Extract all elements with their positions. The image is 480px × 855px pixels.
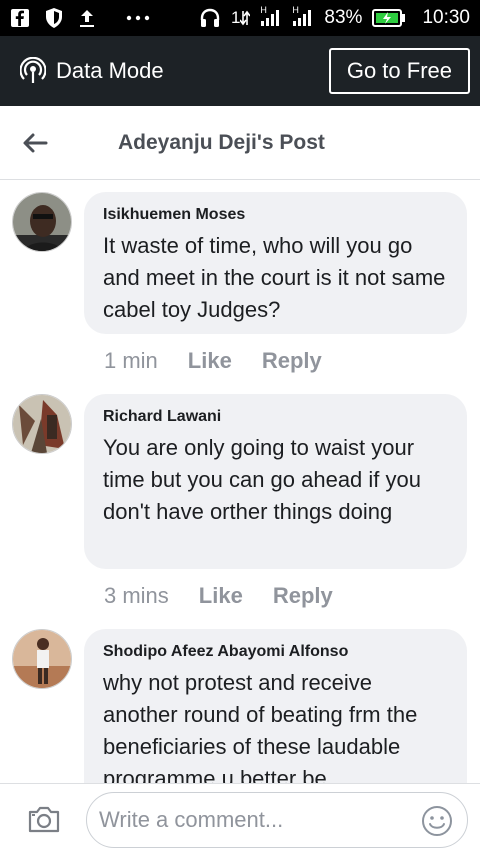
comment-timestamp: 1 min (104, 348, 158, 373)
comment-composer: Write a comment... (0, 783, 480, 854)
reply-button[interactable]: Reply (262, 348, 322, 374)
shield-icon (44, 7, 64, 29)
avatar[interactable] (12, 394, 72, 454)
comment-bubble[interactable]: Shodipo Afeez Abayomi Alfonso why not pr… (84, 629, 467, 783)
signal-tag: H (260, 5, 267, 15)
like-button[interactable]: Like (199, 583, 243, 609)
comment-text: why not protest and receive another roun… (103, 670, 418, 783)
data-mode-bar: Data Mode Go to Free (0, 36, 480, 106)
comment-author[interactable]: Shodipo Afeez Abayomi Alfonso (103, 643, 448, 661)
post-header: Adeyanju Deji's Post (0, 106, 480, 180)
battery-charging-icon (372, 9, 406, 27)
upload-icon (78, 8, 96, 28)
camera-button[interactable] (0, 784, 88, 855)
signal-tag: H (292, 5, 299, 15)
comment-input[interactable]: Write a comment... (86, 792, 468, 848)
comment-author[interactable]: Isikhuemen Moses (103, 206, 448, 224)
comment-input-placeholder: Write a comment... (99, 807, 284, 832)
data-mode-label: Data Mode (56, 58, 164, 83)
clock: 10:30 (422, 7, 470, 28)
comment-text: You are only going to waist your time bu… (103, 435, 421, 524)
comment-bubble[interactable]: Richard Lawani You are only going to wai… (84, 394, 467, 569)
battery-percent: 83% (324, 7, 363, 28)
go-to-free-button[interactable]: Go to Free (328, 48, 470, 94)
page-title: Adeyanju Deji's Post (118, 130, 325, 154)
comment-bubble[interactable]: Isikhuemen Moses It waste of time, who w… (84, 192, 467, 334)
avatar[interactable] (12, 629, 72, 689)
more-notifications-icon (126, 15, 150, 21)
comment-author[interactable]: Richard Lawani (103, 408, 448, 426)
network-label: 1 (230, 8, 241, 27)
broadcast-icon (20, 57, 46, 85)
status-bar: 1 H H 83% 10:30 (0, 0, 480, 36)
comment-list: Isikhuemen Moses It waste of time, who w… (0, 181, 480, 783)
comment-timestamp: 3 mins (104, 583, 169, 608)
back-button[interactable] (0, 106, 70, 180)
signal-icon-sim1: H (260, 5, 282, 27)
comment-actions: 1 min Like Reply (104, 348, 322, 374)
like-button[interactable]: Like (188, 348, 232, 374)
back-arrow-icon (22, 132, 48, 154)
facebook-notification-icon (10, 8, 30, 28)
emoji-icon[interactable] (421, 805, 453, 837)
headset-icon (199, 7, 221, 29)
data-mode-indicator[interactable]: Data Mode (20, 57, 164, 85)
comment-actions: 3 mins Like Reply (104, 583, 333, 609)
camera-icon (27, 804, 61, 834)
comment-text: It waste of time, who will you go and me… (103, 233, 446, 322)
reply-button[interactable]: Reply (273, 583, 333, 609)
signal-icon-sim2: H (292, 5, 314, 27)
data-transfer-icon: 1 (230, 8, 251, 28)
avatar[interactable] (12, 192, 72, 252)
